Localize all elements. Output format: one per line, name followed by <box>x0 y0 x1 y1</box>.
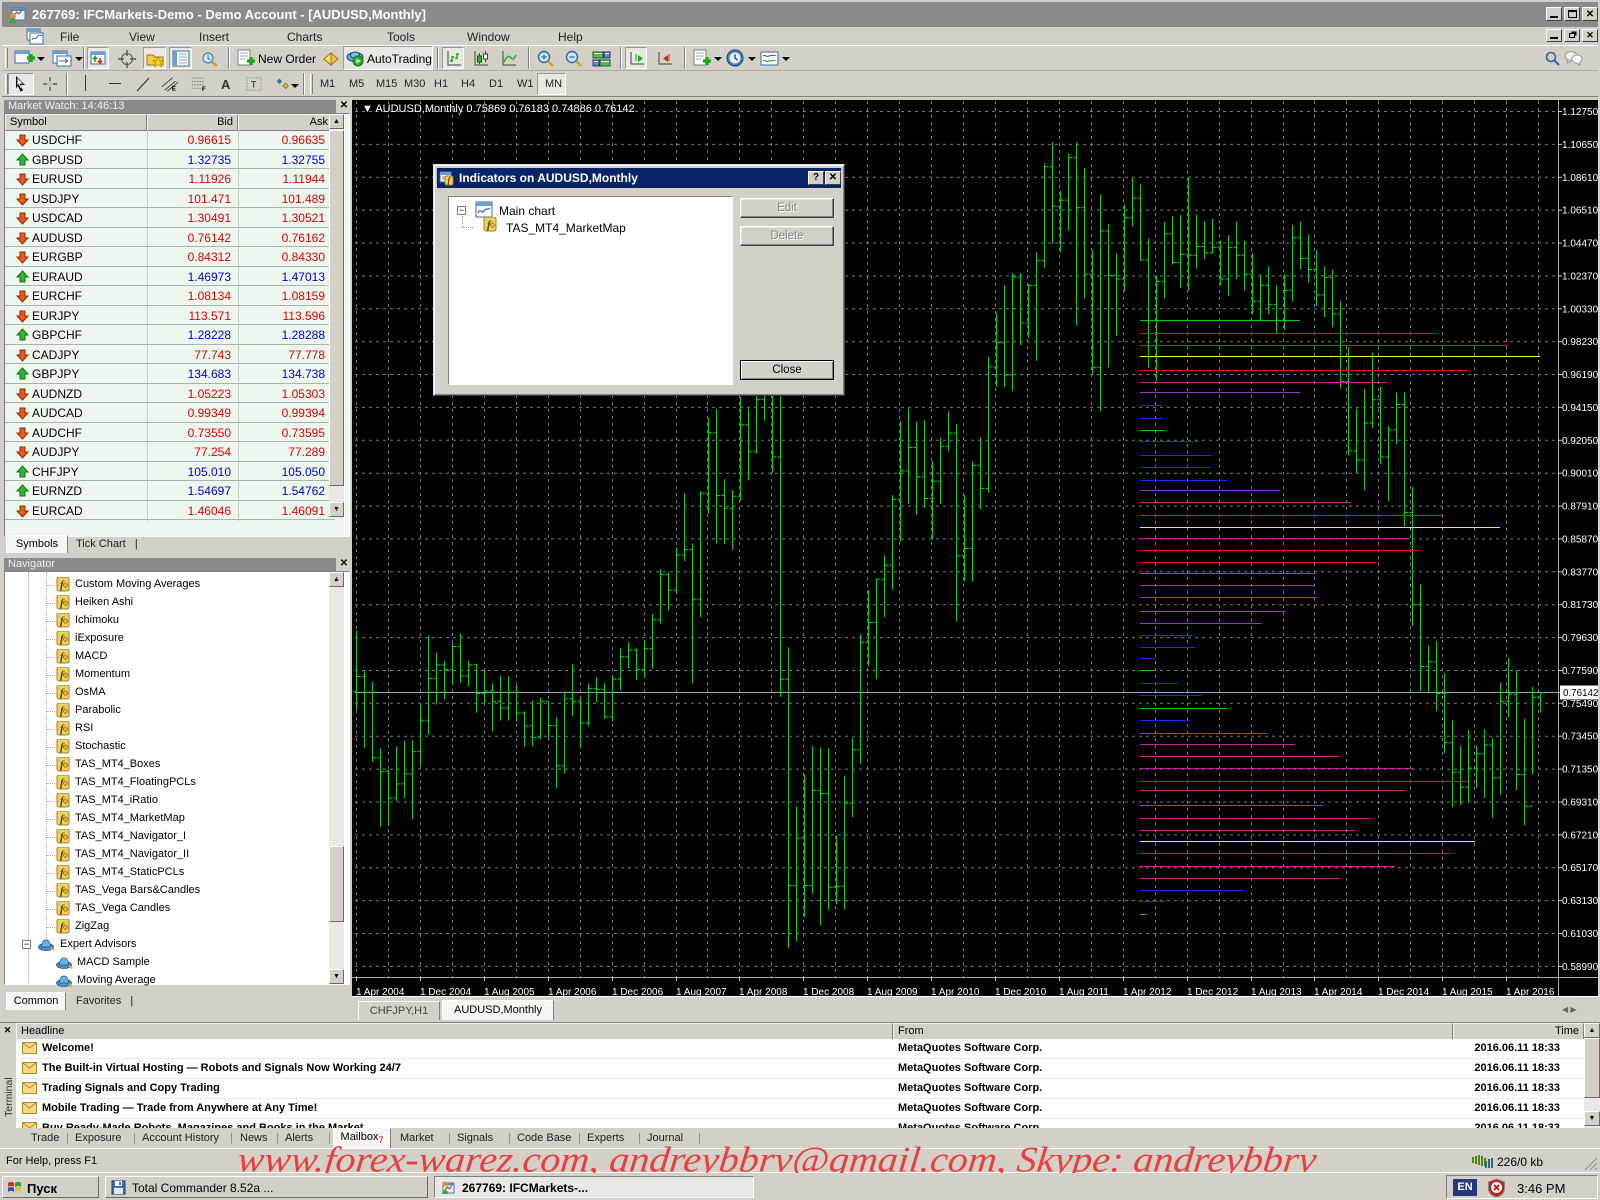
svg-text:1 Aug 2011: 1 Aug 2011 <box>1059 987 1109 996</box>
svg-text:0.81730: 0.81730 <box>1562 600 1598 611</box>
svg-text:1 Apr 2014: 1 Apr 2014 <box>1314 987 1363 996</box>
svg-text:0.92050: 0.92050 <box>1562 436 1598 447</box>
svg-text:1 Apr 2016: 1 Apr 2016 <box>1506 987 1555 996</box>
svg-text:0.67210: 0.67210 <box>1562 830 1598 841</box>
svg-text:1.04470: 1.04470 <box>1562 239 1598 250</box>
svg-text:1.08610: 1.08610 <box>1562 173 1598 184</box>
svg-text:0.90010: 0.90010 <box>1562 469 1598 480</box>
svg-text:1 Dec 2006: 1 Dec 2006 <box>612 987 664 996</box>
svg-text:1 Aug 2015: 1 Aug 2015 <box>1442 987 1493 996</box>
svg-text:0.58990: 0.58990 <box>1562 962 1598 973</box>
svg-text:0.75490: 0.75490 <box>1562 699 1598 710</box>
svg-text:1.00330: 1.00330 <box>1562 304 1598 315</box>
svg-text:F: F <box>202 87 206 93</box>
svg-text:1 Apr 2010: 1 Apr 2010 <box>931 987 980 996</box>
svg-text:1 Aug 2005: 1 Aug 2005 <box>484 987 535 996</box>
svg-text:0.96190: 0.96190 <box>1562 370 1598 381</box>
svg-text:0.79630: 0.79630 <box>1562 633 1598 644</box>
svg-text:1.02370: 1.02370 <box>1562 271 1598 282</box>
svg-text:E: E <box>172 85 176 92</box>
svg-text:1.06510: 1.06510 <box>1562 206 1598 217</box>
svg-text:1 Dec 2014: 1 Dec 2014 <box>1378 987 1430 996</box>
svg-text:1 Dec 2004: 1 Dec 2004 <box>420 987 472 996</box>
svg-text:▼ AUDUSD,Monthly 0.75869 0.76: ▼ AUDUSD,Monthly 0.75869 0.76183 0.74886… <box>362 103 635 115</box>
svg-text:1.12750: 1.12750 <box>1562 107 1598 118</box>
svg-text:0.85870: 0.85870 <box>1562 534 1598 545</box>
svg-text:0.69310: 0.69310 <box>1562 798 1598 809</box>
svg-text:1 Dec 2008: 1 Dec 2008 <box>803 987 855 996</box>
svg-text:0.87910: 0.87910 <box>1562 502 1598 513</box>
svg-text:1 Dec 2012: 1 Dec 2012 <box>1187 987 1239 996</box>
svg-text:0.98230: 0.98230 <box>1562 337 1598 348</box>
svg-text:Terminal: Terminal <box>3 1077 15 1117</box>
svg-text:0.73450: 0.73450 <box>1562 732 1598 743</box>
svg-text:0.94150: 0.94150 <box>1562 403 1598 414</box>
svg-text:1 Dec 2010: 1 Dec 2010 <box>995 987 1047 996</box>
svg-text:1 Apr 2008: 1 Apr 2008 <box>739 987 788 996</box>
svg-text:0.76142: 0.76142 <box>1563 688 1598 699</box>
svg-text:1 Apr 2012: 1 Apr 2012 <box>1123 987 1172 996</box>
svg-text:1 Apr 2004: 1 Apr 2004 <box>356 987 405 996</box>
svg-text:1.10650: 1.10650 <box>1562 140 1598 151</box>
svg-text:0.63130: 0.63130 <box>1562 896 1598 907</box>
svg-text:0.65170: 0.65170 <box>1562 863 1598 874</box>
svg-text:0.77590: 0.77590 <box>1562 666 1598 677</box>
svg-text:1 Aug 2007: 1 Aug 2007 <box>676 987 727 996</box>
svg-text:1 Aug 2009: 1 Aug 2009 <box>867 987 918 996</box>
svg-text:0.83770: 0.83770 <box>1562 567 1598 578</box>
svg-text:0.71350: 0.71350 <box>1562 765 1598 776</box>
svg-text:1 Apr 2006: 1 Apr 2006 <box>548 987 597 996</box>
svg-text:1 Aug 2013: 1 Aug 2013 <box>1251 987 1302 996</box>
svg-text:0.61030: 0.61030 <box>1562 929 1598 940</box>
svg-text:T: T <box>251 80 257 90</box>
